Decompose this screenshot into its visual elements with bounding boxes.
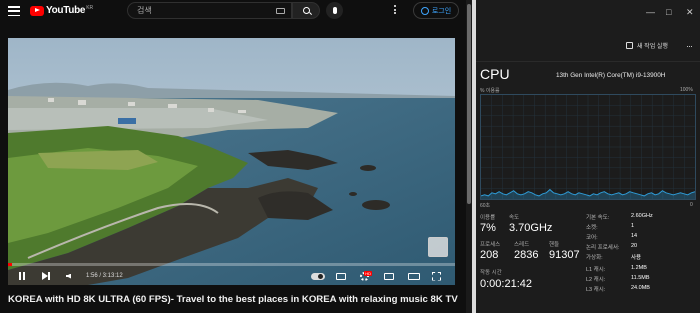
- uptime-value: 0:00:21:42: [480, 278, 532, 290]
- youtube-pane: YouTube KR 검색 로그인 1:56 / 3:13:12 HD KORE…: [0, 0, 472, 313]
- spec-key: 기본 속도:: [586, 215, 610, 221]
- next-button[interactable]: [42, 270, 50, 282]
- cpu-model: 13th Gen Intel(R) Core(TM) i9-13900H: [556, 72, 666, 79]
- youtube-play-icon: [30, 5, 44, 16]
- handles-label: 핸들: [549, 242, 560, 248]
- progress-fill: [8, 263, 13, 266]
- spec-value: 1: [631, 223, 635, 229]
- cpu-graph-svg: [481, 95, 695, 199]
- spec-key: 코어:: [586, 235, 598, 241]
- miniplayer-icon: [384, 272, 394, 280]
- task-manager-toolbar: 새 작업 실행 ···: [476, 28, 700, 62]
- threads-value: 2836: [514, 249, 539, 261]
- utilization-value: 7%: [480, 222, 496, 234]
- usage-axis-label: % 이용률: [480, 88, 500, 94]
- zero-label: 0: [690, 202, 693, 208]
- time-display: 1:56 / 3:13:12: [86, 273, 123, 279]
- settings-more-icon[interactable]: [394, 5, 396, 14]
- hd-badge: HD: [364, 270, 372, 276]
- spec-key: L3 캐시:: [586, 287, 606, 293]
- autoplay-toggle-switch: [311, 272, 325, 280]
- menu-icon[interactable]: [8, 6, 20, 16]
- settings-button[interactable]: HD: [360, 270, 372, 282]
- login-label: 로그인: [431, 7, 452, 15]
- close-icon[interactable]: ✕: [686, 7, 694, 18]
- subtitles-button[interactable]: [336, 270, 346, 282]
- autoplay-toggle[interactable]: [311, 270, 325, 282]
- fullscreen-button[interactable]: [432, 270, 441, 282]
- utilization-label: 이용률: [480, 215, 496, 221]
- processes-value: 208: [480, 249, 499, 261]
- spec-value: 11.5MB: [631, 275, 650, 281]
- spec-value: 14: [631, 233, 638, 239]
- task-manager-titlebar: — □ ✕: [476, 0, 700, 28]
- spec-value: 1.2MB: [631, 265, 647, 271]
- speed-label: 속도: [509, 215, 520, 221]
- minimize-icon[interactable]: —: [646, 7, 655, 17]
- spec-value: 24.0MB: [631, 285, 650, 291]
- speed-value: 3.70GHz: [509, 222, 553, 234]
- new-task-label: 새 작업 실행: [637, 44, 668, 50]
- theater-icon: [408, 272, 420, 280]
- miniplayer-button[interactable]: [384, 270, 394, 282]
- player-controls: 1:56 / 3:13:12 HD: [8, 268, 455, 284]
- search-button[interactable]: [292, 2, 320, 19]
- volume-icon: [66, 273, 71, 279]
- new-task-button[interactable]: 새 작업 실행: [626, 41, 668, 50]
- spec-key: 가상화:: [586, 255, 603, 261]
- theater-button[interactable]: [408, 270, 420, 282]
- search-input[interactable]: 검색: [127, 2, 292, 19]
- max-percent-label: 100%: [680, 87, 693, 93]
- maximize-icon[interactable]: □: [666, 7, 671, 17]
- search-icon: [302, 7, 310, 14]
- gear-icon: HD: [360, 270, 372, 281]
- fullscreen-icon: [432, 271, 441, 281]
- keyboard-icon[interactable]: [276, 8, 285, 14]
- more-options-button[interactable]: ···: [686, 41, 693, 51]
- new-task-icon: [626, 42, 633, 49]
- cpu-usage-graph: [480, 94, 696, 200]
- next-bar: [48, 272, 50, 280]
- youtube-logo[interactable]: YouTube KR: [30, 5, 93, 16]
- spec-value: 2.60GHz: [631, 213, 653, 219]
- video-player[interactable]: [8, 38, 455, 285]
- spec-value: 사용: [631, 255, 642, 261]
- logo-text: YouTube: [46, 5, 86, 16]
- user-icon: [420, 6, 429, 15]
- volume-button[interactable]: [66, 270, 71, 282]
- channel-watermark[interactable]: [428, 237, 448, 257]
- time-window-label: 60초: [480, 203, 491, 209]
- login-button[interactable]: 로그인: [413, 2, 459, 19]
- video-frame-coastline: [8, 38, 455, 285]
- scrollbar-thumb[interactable]: [467, 4, 471, 204]
- spec-value: 20: [631, 243, 638, 249]
- spec-key: L2 캐시:: [586, 277, 606, 283]
- subtitles-icon: [336, 272, 346, 280]
- processes-label: 프로세스: [480, 242, 501, 248]
- threads-label: 스레드: [514, 242, 530, 248]
- spec-key: 논리 프로세서:: [586, 245, 620, 251]
- logo-region: KR: [86, 4, 94, 11]
- task-manager-pane: — □ ✕ 새 작업 실행 ··· CPU 13th Gen Intel(R) …: [476, 0, 700, 313]
- video-progress-bar[interactable]: [8, 263, 455, 266]
- voice-search-button[interactable]: [326, 2, 343, 19]
- cpu-heading: CPU: [480, 66, 510, 82]
- microphone-icon: [332, 7, 337, 14]
- youtube-topbar: YouTube KR 검색 로그인: [0, 0, 472, 26]
- spec-key: L1 캐시:: [586, 267, 606, 273]
- handles-value: 91307: [549, 249, 580, 261]
- pause-button[interactable]: [18, 270, 26, 282]
- spec-key: 소켓:: [586, 225, 598, 231]
- uptime-label: 작동 시간: [480, 270, 502, 276]
- video-title: KOREA with HD 8K ULTRA (60 FPS)- Travel …: [8, 294, 458, 305]
- search-placeholder: 검색: [137, 6, 152, 15]
